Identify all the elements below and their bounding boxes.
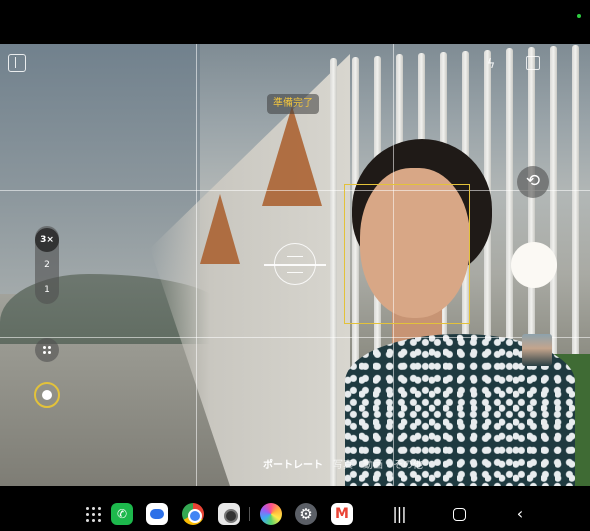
gmail-app-icon[interactable]: M — [331, 503, 353, 525]
recents-icon[interactable]: ||| — [388, 503, 410, 525]
status-pill: 準備完了 — [267, 94, 319, 114]
camera-viewfinder[interactable]: 準備完了 ϟ 3× 2 1 ⟲ ポートレート 写真 動画 その他 — [0, 44, 590, 486]
mode-more[interactable]: その他 — [393, 456, 423, 472]
mode-portrait[interactable]: ポートレート — [263, 456, 323, 472]
status-bar — [0, 0, 590, 44]
level-mark — [287, 256, 303, 257]
phone-app-icon[interactable]: ✆ — [111, 503, 133, 525]
privacy-indicator-dot — [577, 14, 581, 18]
grid-line-vertical — [196, 44, 197, 486]
layout-icon[interactable] — [8, 54, 26, 72]
zoom-option-2x[interactable]: 2 — [35, 253, 59, 277]
scene-rust-panel — [200, 194, 240, 264]
shutter-button[interactable] — [511, 242, 557, 288]
zoom-option-3x[interactable]: 3× — [35, 228, 59, 252]
taskbar: ✆ ⚙ M ||| ‹ — [0, 486, 590, 531]
grid-line-horizontal — [0, 190, 590, 191]
level-line — [264, 264, 326, 266]
mode-photo[interactable]: 写真 — [333, 456, 353, 472]
taskbar-divider — [249, 507, 250, 521]
last-photo-thumbnail[interactable] — [522, 334, 552, 366]
back-icon[interactable]: ‹ — [509, 503, 531, 525]
scene-rust-panel — [262, 106, 322, 206]
split-view-icon[interactable] — [526, 56, 540, 70]
camera-app-icon[interactable] — [218, 503, 240, 525]
grid-icon[interactable] — [35, 338, 59, 362]
fence-bar — [330, 58, 337, 486]
home-icon[interactable] — [448, 503, 470, 525]
app-drawer-icon[interactable] — [83, 503, 105, 525]
flash-icon[interactable]: ϟ — [484, 56, 498, 72]
face-focus-box — [344, 184, 470, 324]
record-icon[interactable] — [34, 382, 60, 408]
switch-camera-icon[interactable]: ⟲ — [517, 166, 549, 198]
level-mark — [287, 272, 303, 273]
mode-selector[interactable]: ポートレート 写真 動画 その他 — [263, 456, 423, 472]
messages-app-icon[interactable] — [146, 503, 168, 525]
zoom-option-1x[interactable]: 1 — [35, 278, 59, 302]
grid-line-horizontal — [0, 337, 590, 338]
chrome-app-icon[interactable] — [182, 503, 204, 525]
mode-video[interactable]: 動画 — [363, 456, 383, 472]
gallery-app-icon[interactable] — [260, 503, 282, 525]
settings-app-icon[interactable]: ⚙ — [295, 503, 317, 525]
zoom-selector[interactable]: 3× 2 1 — [35, 226, 59, 304]
